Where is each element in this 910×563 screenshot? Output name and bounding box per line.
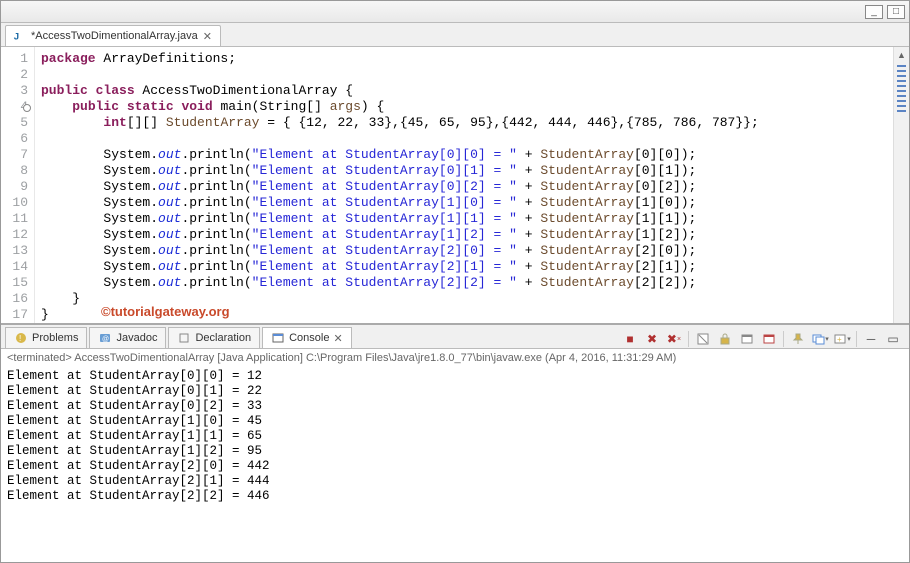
editor-tabstrip: J *AccessTwoDimentionalArray.java ✕	[1, 23, 909, 47]
svg-text:@: @	[102, 336, 109, 343]
bottom-view-tabstrip: ! Problems @ Javadoc Declaration Console…	[1, 325, 909, 349]
tab-declaration-label: Declaration	[195, 332, 251, 344]
tab-javadoc[interactable]: @ Javadoc	[89, 327, 166, 348]
toolbar-separator	[688, 331, 689, 347]
tab-problems-label: Problems	[32, 332, 78, 344]
minimize-view-button[interactable]: ─	[861, 330, 881, 348]
svg-text:J: J	[14, 32, 19, 43]
svg-text:+: +	[837, 335, 842, 344]
tab-console-label: Console	[289, 332, 329, 344]
line-number: 11	[1, 211, 28, 227]
line-number: 2	[1, 67, 28, 83]
line-number: 5	[1, 115, 28, 131]
console-icon	[271, 331, 285, 345]
line-number: 12	[1, 227, 28, 243]
console-toolbar: ■ ✖ ✖× ▾ +▾ ─ ▭	[620, 330, 909, 348]
open-console-button[interactable]: +▾	[832, 330, 852, 348]
line-number: 17	[1, 307, 28, 323]
remove-launch-button[interactable]: ✖	[642, 330, 662, 348]
editor-tab-title: *AccessTwoDimentionalArray.java	[31, 30, 198, 42]
editor-tab-close-icon[interactable]: ✕	[203, 30, 212, 43]
code-editor[interactable]: 1 2 3 4 5 6 7 8 9 10 11 12 13 14 15 16 1…	[1, 47, 909, 325]
javadoc-icon: @	[98, 331, 112, 345]
remove-all-terminated-button[interactable]: ✖×	[664, 330, 684, 348]
line-number: 8	[1, 163, 28, 179]
window-titlebar: _ □	[1, 1, 909, 23]
scroll-up-arrow-icon[interactable]: ▲	[894, 47, 909, 63]
tab-problems[interactable]: ! Problems	[5, 327, 87, 348]
show-console-when-output-button[interactable]	[737, 330, 757, 348]
line-number: 15	[1, 275, 28, 291]
line-number-gutter: 1 2 3 4 5 6 7 8 9 10 11 12 13 14 15 16 1…	[1, 47, 35, 323]
editor-vertical-scrollbar[interactable]: ▲	[893, 47, 909, 323]
editor-tab-active[interactable]: J *AccessTwoDimentionalArray.java ✕	[5, 25, 221, 46]
tab-javadoc-label: Javadoc	[116, 332, 157, 344]
toolbar-separator	[856, 331, 857, 347]
line-number: 9	[1, 179, 28, 195]
console-output[interactable]: Element at StudentArray[0][0] = 12 Eleme…	[1, 367, 909, 562]
line-number: 16	[1, 291, 28, 307]
line-number: 14	[1, 259, 28, 275]
line-number: 4	[1, 99, 28, 115]
maximize-button[interactable]: □	[887, 5, 905, 19]
tab-declaration[interactable]: Declaration	[168, 327, 260, 348]
declaration-icon	[177, 331, 191, 345]
problems-icon: !	[14, 331, 28, 345]
svg-text:!: !	[19, 334, 21, 343]
tab-console-close-icon[interactable]: ✕	[333, 332, 342, 345]
clear-console-button[interactable]	[693, 330, 713, 348]
maximize-view-button[interactable]: ▭	[883, 330, 903, 348]
show-console-when-error-button[interactable]	[759, 330, 779, 348]
overview-ruler	[897, 65, 906, 115]
watermark-text: ©tutorialgateway.org	[101, 304, 230, 319]
line-number: 6	[1, 131, 28, 147]
line-number: 13	[1, 243, 28, 259]
code-content[interactable]: package ArrayDefinitions; public class A…	[35, 47, 893, 323]
display-selected-console-button[interactable]: ▾	[810, 330, 830, 348]
line-number: 7	[1, 147, 28, 163]
pin-console-button[interactable]	[788, 330, 808, 348]
tab-console[interactable]: Console ✕	[262, 327, 352, 348]
line-number: 10	[1, 195, 28, 211]
java-file-icon: J	[12, 29, 26, 43]
minimize-button[interactable]: _	[865, 5, 883, 19]
scroll-lock-button[interactable]	[715, 330, 735, 348]
toolbar-separator	[783, 331, 784, 347]
console-launch-info: <terminated> AccessTwoDimentionalArray […	[1, 349, 909, 367]
line-number: 3	[1, 83, 28, 99]
line-number: 1	[1, 51, 28, 67]
terminate-button[interactable]: ■	[620, 330, 640, 348]
